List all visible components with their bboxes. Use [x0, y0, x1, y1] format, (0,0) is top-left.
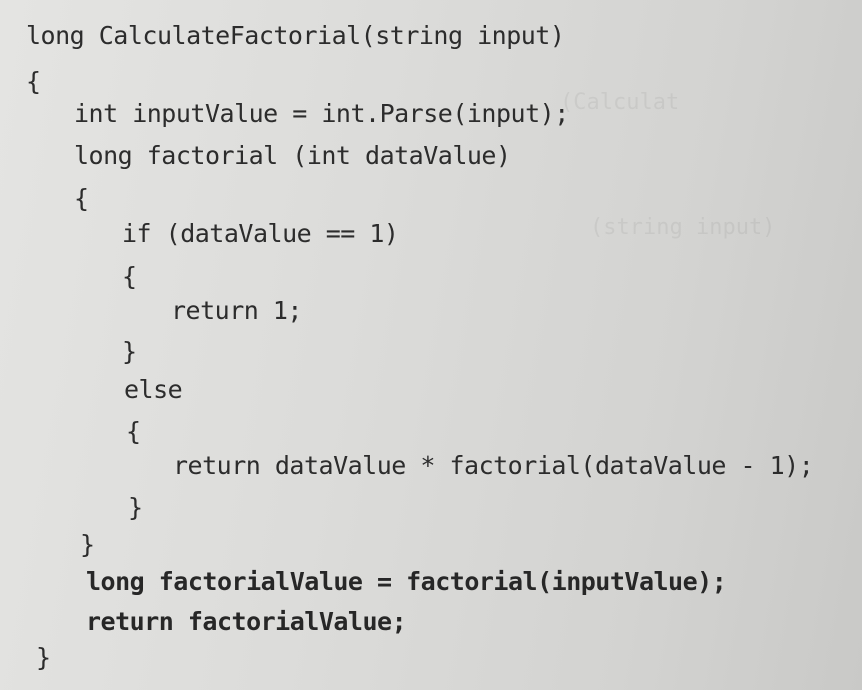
code-line-6: if (dataValue == 1) [122, 219, 399, 248]
bleed-through: (string input) [590, 215, 776, 240]
code-line-14: } [80, 530, 95, 559]
code-line-2: { [26, 67, 41, 96]
code-page: (Calculat (string input) long CalculateF… [0, 0, 862, 690]
code-line-7: { [122, 262, 137, 291]
code-line-15: long factorialValue = factorial(inputVal… [86, 567, 727, 596]
code-line-8: return 1; [171, 296, 302, 325]
code-line-17: } [36, 643, 51, 672]
code-line-16: return factorialValue; [86, 607, 407, 636]
code-line-3: int inputValue = int.Parse(input); [74, 99, 569, 128]
code-line-5: { [74, 184, 89, 213]
bleed-through: (Calculat [560, 90, 680, 115]
code-line-12: return dataValue * factorial(dataValue -… [173, 451, 814, 480]
code-line-4: long factorial (int dataValue) [74, 141, 511, 170]
code-line-13: } [128, 493, 143, 522]
code-line-11: { [126, 417, 141, 446]
code-line-1: long CalculateFactorial(string input) [26, 21, 565, 50]
code-line-10: else [124, 375, 183, 404]
code-line-9: } [122, 337, 137, 366]
